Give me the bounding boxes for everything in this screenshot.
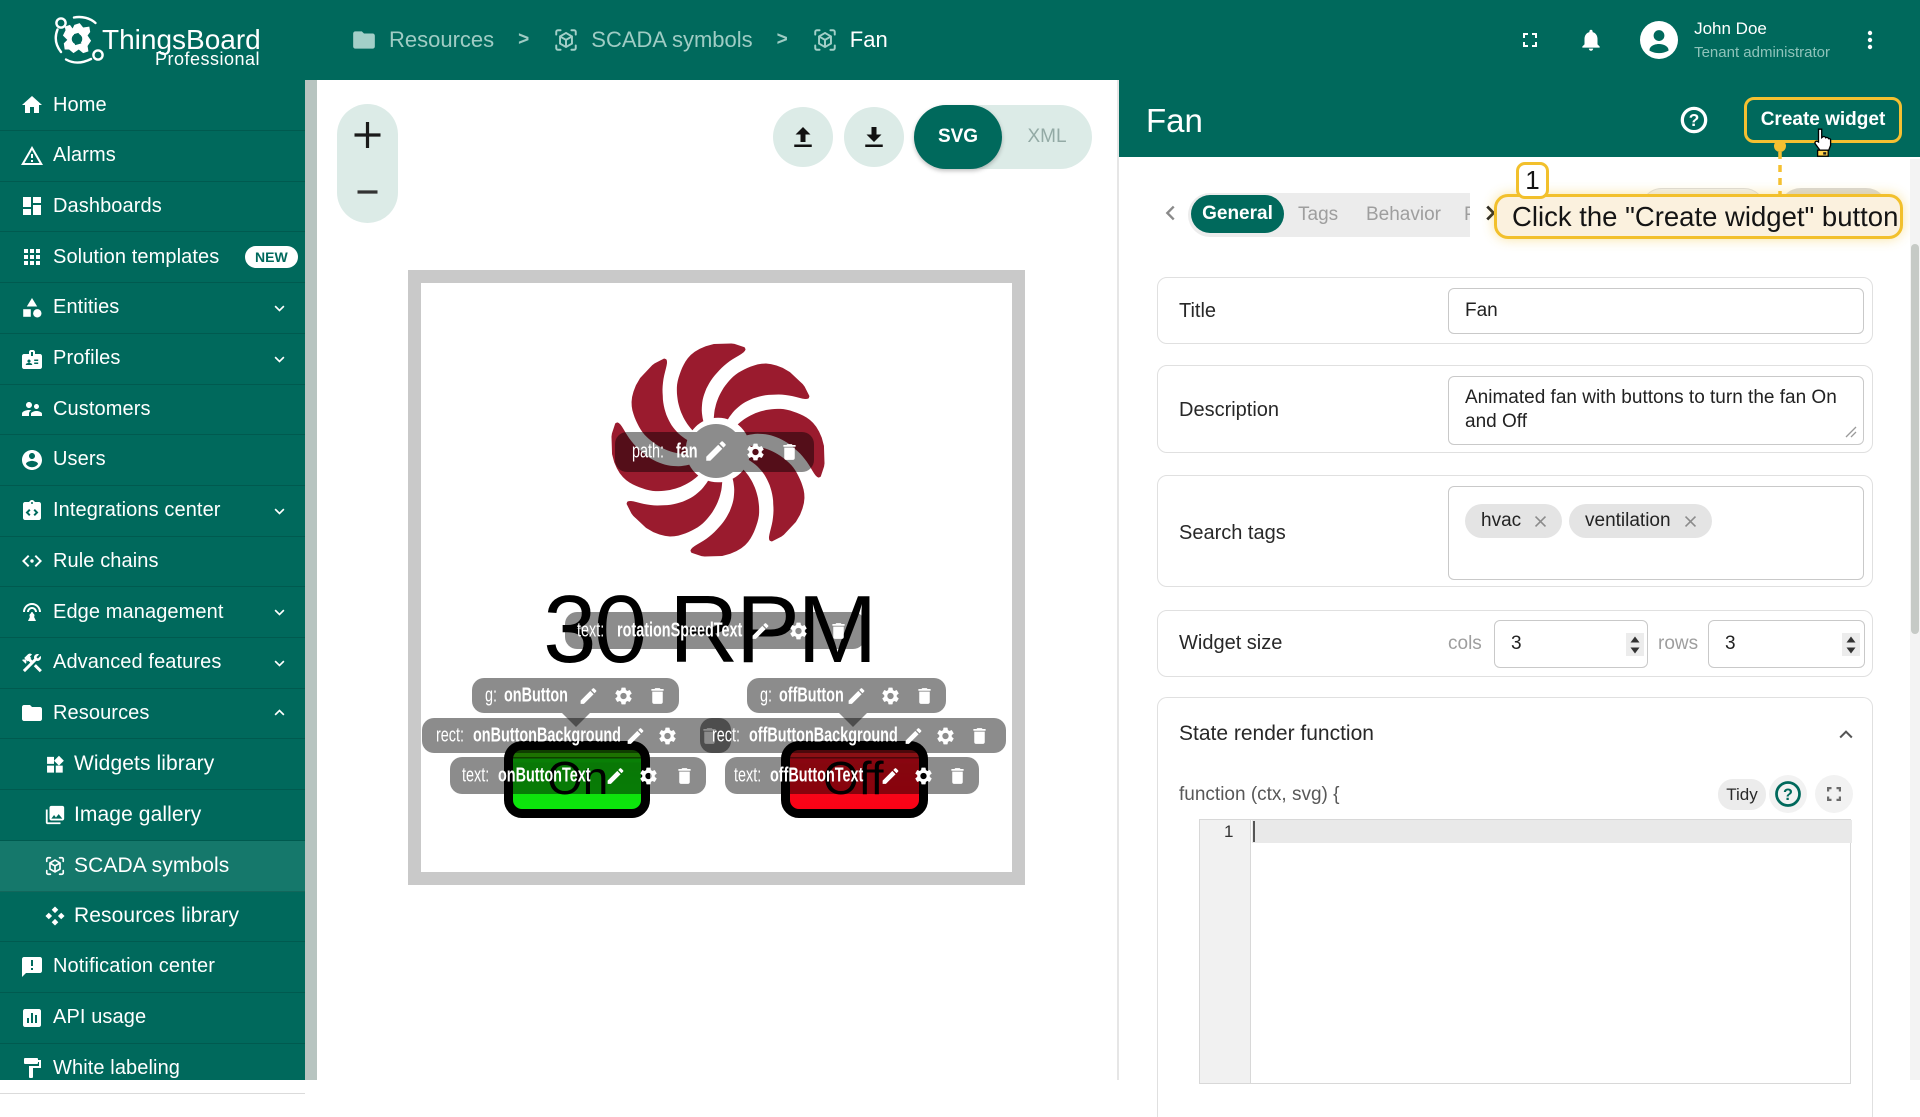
svg-text:?: ? (1783, 786, 1793, 804)
svg-text:?: ? (1689, 110, 1700, 130)
svg-text:Professional: Professional (155, 49, 260, 69)
